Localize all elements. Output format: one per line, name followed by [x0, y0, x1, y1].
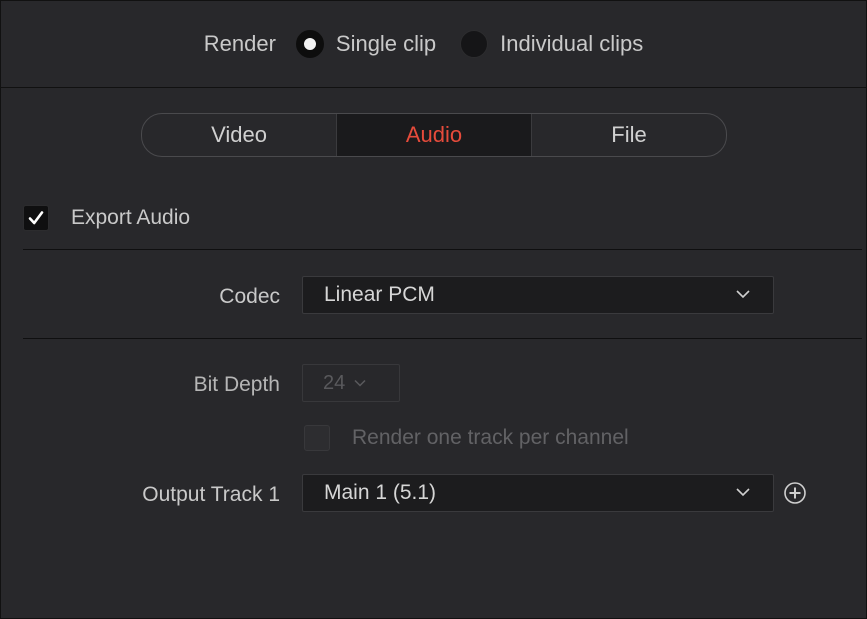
bit-depth-value: 24	[323, 371, 346, 394]
output-track-select[interactable]: Main 1 (5.1)	[302, 474, 774, 512]
output-track-value: Main 1 (5.1)	[324, 481, 437, 504]
chevron-down-icon	[736, 488, 750, 497]
render-one-track-row: Render one track per channel	[304, 425, 629, 451]
chevron-down-icon	[354, 379, 366, 387]
individual-clips-label[interactable]: Individual clips	[500, 31, 643, 57]
chevron-down-icon	[736, 290, 750, 299]
render-one-track-checkbox[interactable]	[304, 425, 330, 451]
render-one-track-label: Render one track per channel	[352, 426, 629, 449]
export-audio-checkbox[interactable]	[23, 205, 49, 231]
settings-tabs: Video Audio File	[141, 113, 727, 157]
tab-file[interactable]: File	[531, 114, 726, 156]
single-clip-label[interactable]: Single clip	[336, 31, 436, 57]
codec-label: Codec	[219, 285, 280, 308]
codec-value: Linear PCM	[324, 283, 435, 306]
tab-audio[interactable]: Audio	[336, 114, 531, 156]
audio-settings-area: Video Audio File Export Audio Codec Line…	[1, 89, 866, 618]
add-output-track-icon[interactable]	[783, 481, 807, 505]
render-mode-row: Render Single clip Individual clips	[1, 1, 866, 88]
render-label: Render	[203, 31, 276, 56]
render-settings-panel: Render Single clip Individual clips Vide…	[0, 0, 867, 619]
export-audio-label[interactable]: Export Audio	[71, 206, 190, 230]
tab-video[interactable]: Video	[142, 114, 336, 156]
divider	[23, 249, 862, 250]
export-audio-row: Export Audio	[23, 203, 190, 233]
codec-select[interactable]: Linear PCM	[302, 276, 774, 314]
divider	[23, 338, 862, 339]
checkmark-icon	[28, 211, 44, 225]
individual-clips-radio[interactable]	[460, 30, 489, 58]
single-clip-radio[interactable]	[295, 30, 324, 58]
bit-depth-label: Bit Depth	[193, 373, 280, 396]
bit-depth-select[interactable]: 24	[302, 364, 400, 402]
output-track-label: Output Track 1	[142, 483, 280, 506]
